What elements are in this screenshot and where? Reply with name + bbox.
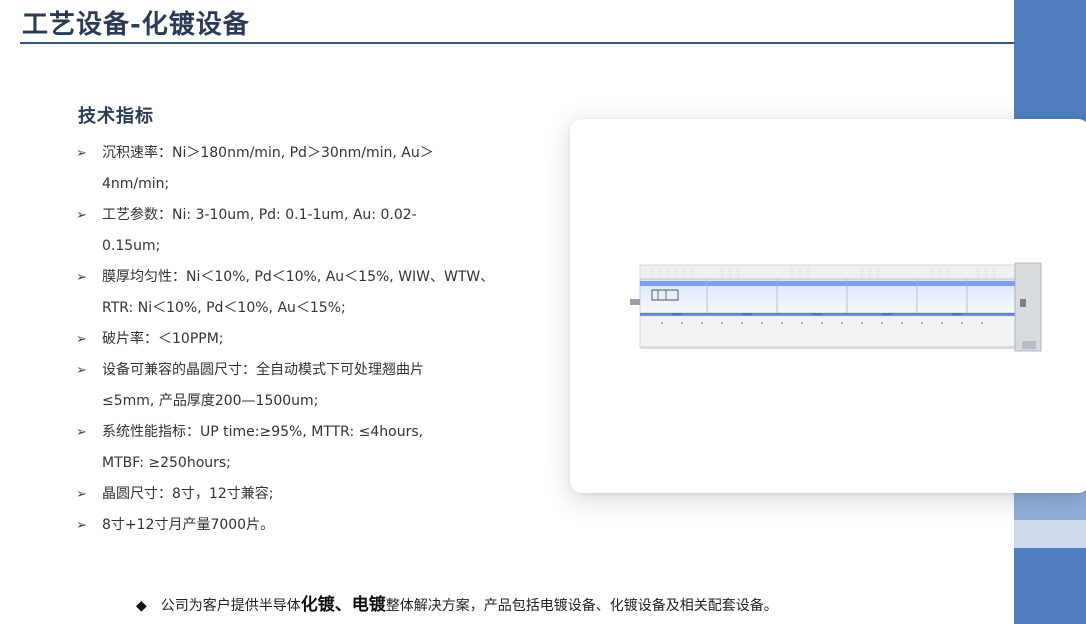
page-title: 工艺设备-化镀设备 <box>22 10 250 40</box>
footer-prefix: 公司为客户提供半导体 <box>160 598 301 614</box>
spec-line: 系统性能指标：UP time:≥95%, MTTR: ≤4hours, <box>102 424 424 440</box>
spec-line: 8寸+12寸月产量7000片。 <box>102 517 275 533</box>
equipment-image-card <box>570 119 1086 493</box>
arrow-bullet-icon: ➢ <box>76 270 87 285</box>
spec-line: 沉积速率：Ni＞180nm/min, Pd＞30nm/min, Au＞ <box>102 145 434 161</box>
spec-item-wafer-compat: ➢ 设备可兼容的晶圆尺寸：全自动模式下可处理翘曲片 ≤5mm, 产品厚度200—… <box>76 355 546 417</box>
footer-emphasis-electroless: 化镀 <box>300 595 335 615</box>
spec-line: 破片率：＜10PPM; <box>102 331 224 347</box>
plating-machine-illustration <box>630 262 1042 352</box>
spec-line: MTBF: ≥250hours; <box>102 455 231 471</box>
side-accent-band-mid <box>1014 490 1086 520</box>
spec-line: 4nm/min; <box>102 176 170 192</box>
arrow-bullet-icon: ➢ <box>76 332 87 347</box>
spec-line: 工艺参数：Ni: 3-10um, Pd: 0.1-1um, Au: 0.02- <box>102 207 417 223</box>
section-heading: 技术指标 <box>78 106 154 127</box>
spec-line: 膜厚均匀性：Ni＜10%, Pd＜10%, Au＜15%, WIW、WTW、 <box>102 269 495 285</box>
footer-suffix: 整体解决方案，产品包括电镀设备、化镀设备及相关配套设备。 <box>385 598 778 614</box>
footer-separator: 、 <box>334 595 352 615</box>
arrow-bullet-icon: ➢ <box>76 208 87 223</box>
spec-item-breakage-rate: ➢ 破片率：＜10PPM; <box>76 324 546 355</box>
footer-statement: ◆ 公司为客户提供半导体 化镀 、 电镀 整体解决方案，产品包括电镀设备、化镀设… <box>136 590 778 615</box>
arrow-bullet-icon: ➢ <box>76 487 87 502</box>
spec-line: ≤5mm, 产品厚度200—1500um; <box>102 393 319 409</box>
side-accent-band-light <box>1014 520 1086 548</box>
arrow-bullet-icon: ➢ <box>76 518 87 533</box>
spec-item-monthly-output: ➢ 8寸+12寸月产量7000片。 <box>76 510 546 541</box>
spec-item-wafer-size: ➢ 晶圆尺寸：8寸，12寸兼容; <box>76 479 546 510</box>
arrow-bullet-icon: ➢ <box>76 146 87 161</box>
arrow-bullet-icon: ➢ <box>76 425 87 440</box>
spec-line: 0.15um; <box>102 238 161 254</box>
spec-item-uniformity: ➢ 膜厚均匀性：Ni＜10%, Pd＜10%, Au＜15%, WIW、WTW、… <box>76 262 546 324</box>
spec-item-deposition-rate: ➢ 沉积速率：Ni＞180nm/min, Pd＞30nm/min, Au＞ 4n… <box>76 138 546 200</box>
spec-item-process-params: ➢ 工艺参数：Ni: 3-10um, Pd: 0.1-1um, Au: 0.02… <box>76 200 546 262</box>
spec-line: 晶圆尺寸：8寸，12寸兼容; <box>102 486 274 502</box>
spec-line: RTR: Ni＜10%, Pd＜10%, Au＜15%; <box>102 300 346 316</box>
arrow-bullet-icon: ➢ <box>76 363 87 378</box>
diamond-bullet-icon: ◆ <box>136 598 147 614</box>
spec-list: ➢ 沉积速率：Ni＞180nm/min, Pd＞30nm/min, Au＞ 4n… <box>76 138 546 541</box>
footer-emphasis-electroplating: 电镀 <box>351 595 386 615</box>
spec-line: 设备可兼容的晶圆尺寸：全自动模式下可处理翘曲片 <box>102 362 424 378</box>
title-underline <box>20 42 1014 44</box>
spec-item-system-performance: ➢ 系统性能指标：UP time:≥95%, MTTR: ≤4hours, MT… <box>76 417 546 479</box>
